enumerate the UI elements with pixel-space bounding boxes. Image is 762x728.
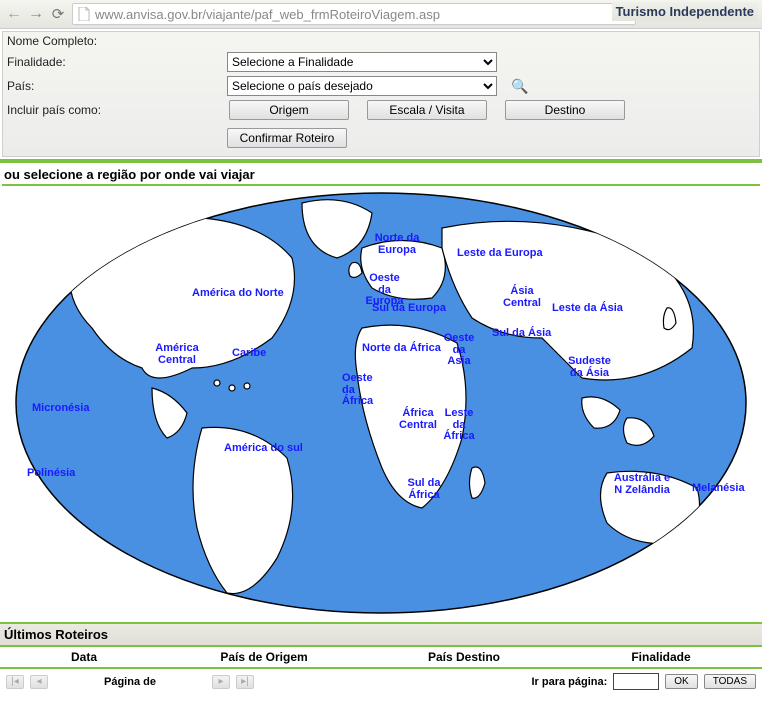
region-america-central[interactable]: América Central xyxy=(155,343,199,366)
table-header-row: Data País de Origem País Destino Finalid… xyxy=(0,647,762,669)
region-oeste-asia[interactable]: Oeste da Asia xyxy=(440,333,478,368)
form-panel: Nome Completo: Finalidade: Selecione a F… xyxy=(2,31,760,157)
url-text: www.anvisa.gov.br/viajante/paf_web_frmRo… xyxy=(95,7,440,22)
finalidade-label: Finalidade: xyxy=(7,55,227,69)
region-australia[interactable]: Austrália e N Zelândia xyxy=(612,473,672,496)
region-asia-central[interactable]: Ásia Central xyxy=(502,286,542,309)
region-america-sul[interactable]: América do sul xyxy=(224,443,303,455)
region-sul-europa[interactable]: Sul da Europa xyxy=(372,303,446,315)
ok-button[interactable]: OK xyxy=(665,674,697,689)
region-africa-central[interactable]: África Central xyxy=(397,408,439,431)
region-melanesia[interactable]: Melanésia xyxy=(692,483,745,495)
pager-first-icon[interactable]: |◂ xyxy=(6,675,24,689)
region-norte-africa[interactable]: Norte da África xyxy=(362,343,441,355)
pager: |◂ ◂ Página de ▸ ▸| Ir para página: OK T… xyxy=(0,669,762,694)
region-micronesia[interactable]: Micronésia xyxy=(32,403,89,415)
col-origem: País de Origem xyxy=(164,650,364,664)
region-polinesia[interactable]: Polinésia xyxy=(27,468,75,480)
footer: Últimos Roteiros Data País de Origem Paí… xyxy=(0,622,762,694)
browser-toolbar: ← → ⟳ www.anvisa.gov.br/viajante/paf_web… xyxy=(0,0,762,29)
pais-label: País: xyxy=(7,79,227,93)
reload-icon[interactable]: ⟳ xyxy=(50,6,66,22)
region-america-norte[interactable]: América do Norte xyxy=(192,288,284,300)
ultimos-roteiros-title: Últimos Roteiros xyxy=(0,622,762,647)
pais-select[interactable]: Selecione o país desejado xyxy=(227,76,497,96)
back-icon[interactable]: ← xyxy=(6,6,22,22)
map-section-title: ou selecione a região por onde vai viaja… xyxy=(0,159,762,184)
incluir-label: Incluir país como: xyxy=(7,103,227,117)
page-icon xyxy=(77,7,91,21)
search-icon[interactable]: 🔍 xyxy=(511,78,528,95)
col-data: Data xyxy=(4,650,164,664)
region-leste-africa[interactable]: Leste da África xyxy=(439,408,479,443)
pager-prev-icon[interactable]: ◂ xyxy=(30,675,48,689)
col-finalidade: Finalidade xyxy=(564,650,758,664)
pagina-de-label: Página de xyxy=(104,676,156,688)
todas-button[interactable]: TODAS xyxy=(704,674,756,689)
pager-next-icon[interactable]: ▸ xyxy=(212,675,230,689)
divider xyxy=(2,184,760,186)
ir-para-label: Ir para página: xyxy=(531,676,607,688)
world-map: América do Norte América Central Caribe … xyxy=(2,188,760,618)
region-caribe[interactable]: Caribe xyxy=(232,348,266,360)
ir-para-input[interactable] xyxy=(613,673,659,690)
escala-button[interactable]: Escala / Visita xyxy=(367,100,487,120)
region-oeste-africa[interactable]: Oeste da África xyxy=(342,373,387,408)
pager-last-icon[interactable]: ▸| xyxy=(236,675,254,689)
nome-label: Nome Completo: xyxy=(7,34,227,48)
region-norte-europa[interactable]: Norte da Europa xyxy=(372,233,422,256)
finalidade-select[interactable]: Selecione a Finalidade xyxy=(227,52,497,72)
destino-button[interactable]: Destino xyxy=(505,100,625,120)
brand-title: Turismo Independente xyxy=(612,2,758,21)
region-leste-europa[interactable]: Leste da Europa xyxy=(457,248,543,260)
region-sul-asia[interactable]: Sul da Ásia xyxy=(492,328,551,340)
confirmar-button[interactable]: Confirmar Roteiro xyxy=(227,128,347,148)
col-destino: País Destino xyxy=(364,650,564,664)
region-sudeste-asia[interactable]: Sudeste da Ásia xyxy=(567,356,612,379)
region-leste-asia[interactable]: Leste da Ásia xyxy=(552,303,623,315)
forward-icon[interactable]: → xyxy=(28,6,44,22)
origem-button[interactable]: Origem xyxy=(229,100,349,120)
region-sul-africa[interactable]: Sul da África xyxy=(404,478,444,501)
url-bar[interactable]: www.anvisa.gov.br/viajante/paf_web_frmRo… xyxy=(72,3,636,25)
